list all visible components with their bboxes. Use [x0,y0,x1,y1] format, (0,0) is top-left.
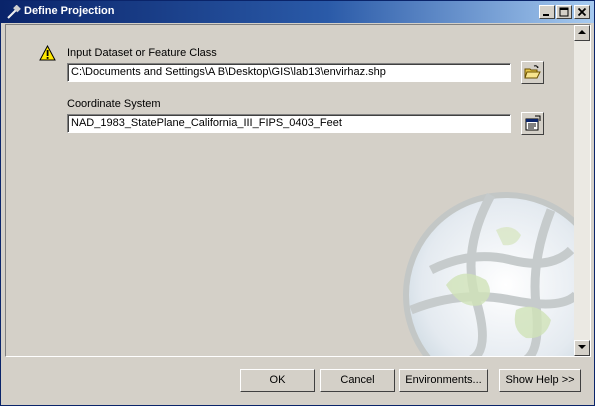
scroll-up-button[interactable] [574,25,590,41]
minimize-icon [543,14,549,16]
tool-hammer-icon [7,5,21,19]
globe-watermark-icon [403,192,576,356]
define-projection-window: Define Projection Input Dataset or Featu… [0,0,595,406]
ok-button[interactable]: OK [240,369,315,392]
scroll-down-button[interactable] [574,340,590,356]
coordinate-system-label: Coordinate System [67,98,161,110]
warning-icon [39,45,56,61]
maximize-button[interactable] [556,5,572,19]
properties-icon [525,115,541,131]
tool-parameters-panel: Input Dataset or Feature Class C:\Docume… [5,24,591,357]
coordinate-system-field[interactable]: NAD_1983_StatePlane_California_III_FIPS_… [67,114,511,133]
vertical-scrollbar[interactable] [574,25,590,356]
open-folder-icon [524,65,541,79]
title-bar[interactable]: Define Projection [1,1,594,23]
environments-button[interactable]: Environments... [399,369,488,392]
minimize-button[interactable] [539,5,555,19]
close-icon [577,7,587,17]
arrow-up-icon [578,30,586,34]
coordinate-system-properties-button[interactable] [521,112,544,135]
close-button[interactable] [574,5,590,19]
maximize-icon [559,7,569,17]
window-title: Define Projection [24,5,115,17]
input-dataset-label: Input Dataset or Feature Class [67,47,217,59]
arrow-down-icon [578,345,586,349]
cancel-button[interactable]: Cancel [320,369,395,392]
browse-dataset-button[interactable] [521,61,544,84]
input-dataset-field[interactable]: C:\Documents and Settings\A B\Desktop\GI… [67,63,511,82]
show-help-button[interactable]: Show Help >> [499,369,581,392]
